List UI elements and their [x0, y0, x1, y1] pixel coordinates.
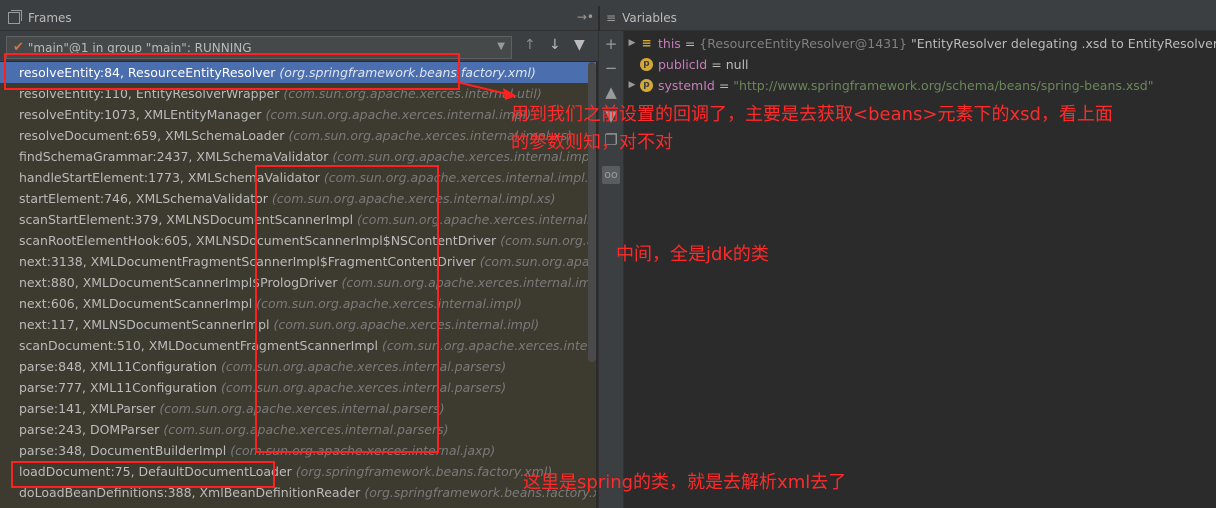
frame-method: loadDocument:75, DefaultDocumentLoader: [19, 464, 292, 479]
frame-method: resolveDocument:659, XMLSchemaLoader: [19, 128, 285, 143]
frame-row[interactable]: resolveDocument:659, XMLSchemaLoader (com…: [0, 125, 596, 146]
move-up-icon[interactable]: ▲: [602, 83, 620, 101]
parameter-icon: p: [640, 79, 653, 92]
variable-type: {ResourceEntityResolver@1431}: [699, 36, 908, 51]
variable-value: "http://www.springframework.org/schema/b…: [733, 78, 1154, 93]
equals-sign: =: [718, 78, 730, 93]
expand-icon[interactable]: ▶: [624, 33, 640, 54]
frame-package: (com.sun.org.apache.xerces.internal.pars…: [159, 401, 445, 416]
frame-method: parse:243, DOMParser: [19, 422, 160, 437]
variable-name: this: [658, 36, 681, 51]
frame-row[interactable]: parse:848, XML11Configuration (com.sun.or…: [0, 356, 596, 377]
variables-panel-header: ≡ Variables: [600, 6, 1216, 31]
thread-label: "main"@1 in group "main": RUNNING: [27, 40, 252, 55]
frame-row[interactable]: findSchemaGrammar:2437, XMLSchemaValidat…: [0, 146, 596, 167]
frame-package: (com.sun.org.apache.xerces.internal.impl…: [273, 317, 540, 332]
frame-row[interactable]: next:606, XMLDocumentScannerImpl (com.sun…: [0, 293, 596, 314]
frame-package: (com.sun.org.apache.xerces.internal.impl…: [381, 338, 596, 353]
thread-select[interactable]: ✔ "main"@1 in group "main": RUNNING ▼: [6, 36, 512, 59]
check-icon: ✔: [13, 40, 24, 55]
annotation-arrow: [456, 81, 517, 100]
annotation-spring: 这里是spring的类，就是去解析xml去了: [523, 472, 847, 493]
parameter-icon: p: [640, 58, 653, 71]
frame-package: (com.sun.org.apache.xerces.internal.impl…: [323, 170, 596, 185]
frames-list: resolveEntity:84, ResourceEntityResolver…: [0, 62, 596, 508]
frame-row[interactable]: loadDocument:75, DefaultDocumentLoader (o…: [0, 461, 596, 482]
variable-value: null: [725, 57, 749, 72]
frame-package: (com.sun.org.apache.xerces.internal.pars…: [163, 422, 449, 437]
frame-method: startElement:746, XMLSchemaValidator: [19, 191, 268, 206]
frame-method: next:606, XMLDocumentScannerImpl: [19, 296, 253, 311]
glasses-icon[interactable]: oo: [602, 166, 620, 184]
remove-watch-icon[interactable]: −: [602, 59, 620, 77]
variable-row-systemId[interactable]: ▶ p systemId = "http://www.springframewo…: [624, 75, 1154, 96]
frame-row[interactable]: handleStartElement:1773, XMLSchemaValida…: [0, 167, 596, 188]
frame-method: next:880, XMLDocumentScannerImpl$PrologD…: [19, 275, 338, 290]
frame-method: scanRootElementHook:605, XMLNSDocumentSc…: [19, 233, 497, 248]
equals-sign: =: [711, 57, 722, 72]
frame-method: resolveEntity:84, ResourceEntityResolver: [19, 65, 276, 80]
annotation-middle: 中间，全是jdk的类: [616, 244, 769, 265]
arrow-up-icon[interactable]: ↑: [524, 37, 536, 53]
equals-sign: =: [684, 36, 696, 51]
frame-method: parse:348, DocumentBuilderImpl: [19, 443, 227, 458]
frames-toolbar: ✔ "main"@1 in group "main": RUNNING ▼ ↑ …: [0, 31, 598, 61]
frame-row[interactable]: parse:777, XML11Configuration (com.sun.or…: [0, 377, 596, 398]
frame-row[interactable]: parse:348, DocumentBuilderImpl (com.sun.o…: [0, 440, 596, 461]
frame-package: (com.sun.org.apache.xerces.internal.impl…: [265, 107, 532, 122]
variable-row-this[interactable]: ▶ ≡ this = {ResourceEntityResolver@1431}…: [624, 33, 1216, 54]
frame-row[interactable]: resolveEntity:1073, XMLEntityManager (com…: [0, 104, 596, 125]
variables-title: Variables: [622, 11, 677, 25]
frame-package: (com.sun.org.apache.xerces.internal.pars…: [220, 380, 507, 395]
frame-row[interactable]: parse:141, XMLParser (com.sun.org.apache.…: [0, 398, 596, 419]
add-watch-icon[interactable]: +: [602, 35, 620, 53]
frame-row[interactable]: scanStartElement:379, XMLNSDocumentScann…: [0, 209, 596, 230]
frame-method: resolveEntity:1073, XMLEntityManager: [19, 107, 262, 122]
frame-package: (com.sun.org.apache.xerces.internal.jaxp…: [230, 443, 496, 458]
frame-method: next:117, XMLNSDocumentScannerImpl: [19, 317, 270, 332]
variable-name: publicId: [658, 57, 708, 72]
frame-package: (com.sun.org.apache.xerces: [479, 254, 596, 269]
arrow-down-icon[interactable]: ↓: [549, 37, 561, 53]
frame-package: (org.springframework.beans.factory.xml): [295, 464, 553, 479]
frame-row[interactable]: scanDocument:510, XMLDocumentFragmentSca…: [0, 335, 596, 356]
frames-title: Frames: [28, 11, 72, 25]
variable-value: "EntityResolver delegating .xsd to Entit…: [911, 36, 1216, 51]
frame-method: parse:848, XML11Configuration: [19, 359, 217, 374]
expand-icon[interactable]: ▶: [624, 75, 640, 96]
frame-method: next:3138, XMLDocumentFragmentScannerImp…: [19, 254, 476, 269]
frame-method: scanDocument:510, XMLDocumentFragmentSca…: [19, 338, 378, 353]
filter-icon[interactable]: ▼: [574, 37, 585, 53]
annotation-callback-2: 的参数则知，对不对: [511, 132, 673, 153]
frame-row[interactable]: next:880, XMLDocumentScannerImpl$PrologD…: [0, 272, 596, 293]
frame-method: doLoadBeanDefinitions:388, XmlBeanDefini…: [19, 485, 361, 500]
pin-icon[interactable]: →•: [577, 10, 594, 24]
frame-method: handleStartElement:1773, XMLSchemaValida…: [19, 170, 320, 185]
frame-method: resolveEntity:110, EntityResolverWrapper: [19, 86, 280, 101]
frame-row[interactable]: startElement:746, XMLSchemaValidator (com…: [0, 188, 596, 209]
frame-row[interactable]: doLoadBeanDefinitions:388, XmlBeanDefini…: [0, 482, 596, 503]
frame-row[interactable]: scanRootElementHook:605, XMLNSDocumentSc…: [0, 230, 596, 251]
frame-method: scanStartElement:379, XMLNSDocumentScann…: [19, 212, 354, 227]
frames-panel-header: Frames →•: [0, 6, 598, 31]
frame-method: parse:141, XMLParser: [19, 401, 156, 416]
list-icon: ≡: [606, 11, 617, 25]
variable-row-publicId[interactable]: p publicId = null: [624, 54, 749, 75]
annotation-callback: 用到我们之前设置的回调了，主要是去获取<beans>元素下的xsd，看上面: [511, 104, 1113, 125]
variable-name: systemId: [658, 78, 715, 93]
frame-row[interactable]: next:117, XMLNSDocumentScannerImpl (com.s…: [0, 314, 596, 335]
frame-package: (com.sun.org.apache.xerces.internal.impl…: [357, 212, 596, 227]
frame-package: (com.sun.org.apache.xerces.internal.pars…: [220, 359, 507, 374]
frame-row[interactable]: parse:243, DOMParser (com.sun.org.apache.…: [0, 419, 596, 440]
frame-package: (com.sun.org.apache.xerces.internal.impl…: [256, 296, 522, 311]
chevron-down-icon: ▼: [497, 41, 505, 52]
frame-row[interactable]: next:3138, XMLDocumentFragmentScannerImp…: [0, 251, 596, 272]
frame-package: (com.sun.org.apache.xerces.internal.impl…: [271, 191, 556, 206]
frame-package: (com.sun.org.apache.xe: [500, 233, 596, 248]
frame-package: (com.sun.org.apache.xerces.internal.impl…: [341, 275, 597, 290]
frame-method: findSchemaGrammar:2437, XMLSchemaValidat…: [19, 149, 329, 164]
frames-icon: [8, 10, 22, 24]
frame-method: parse:777, XML11Configuration: [19, 380, 217, 395]
object-icon: ≡: [641, 36, 652, 50]
